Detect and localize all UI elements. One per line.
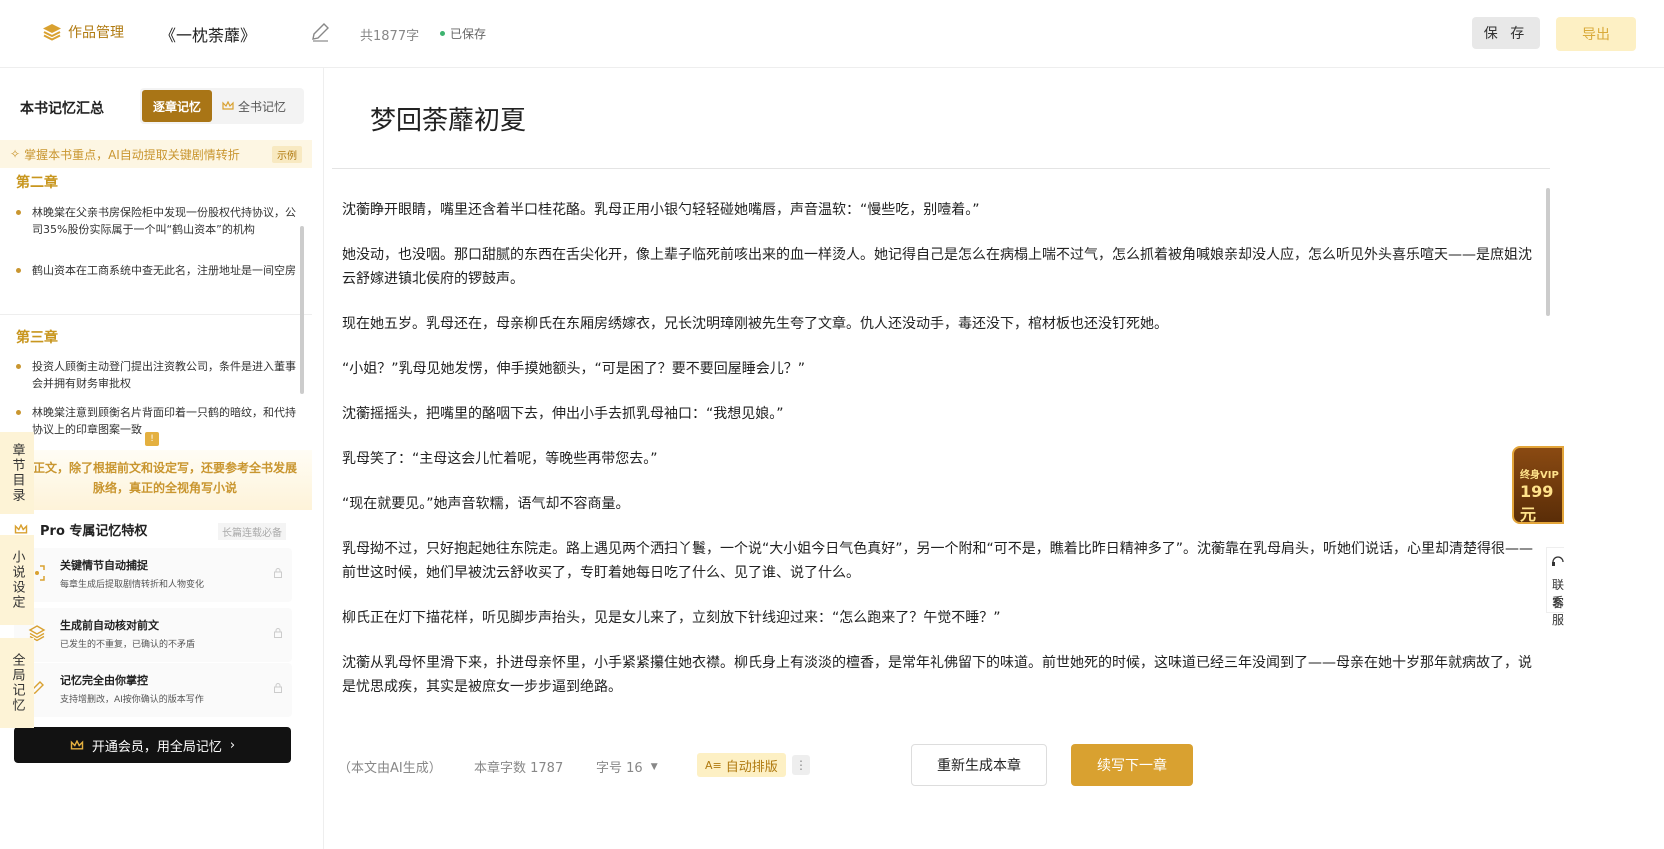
memory-item: 鹤山资本在工商系统中查无此名，注册地址是一间空房	[14, 262, 304, 279]
memory-item: 林晚棠在父亲书房保险柜中发现一份股权代持协议，公司35%股份实际属于一个叫“鹤山…	[14, 204, 304, 238]
paragraph: 她没动，也没咽。那口甜腻的东西在舌尖化开，像上辈子临死前咳出来的血一样烫人。她记…	[342, 247, 1532, 287]
paragraph: 沈蘅摇摇头，把嘴里的酪咽下去，伸出小手去抓乳母袖口：“我想见娘。”	[342, 406, 784, 422]
word-count: 共1877字	[360, 29, 420, 44]
continue-next-chapter-button[interactable]: 续写下一章	[1071, 744, 1193, 786]
chapter-content[interactable]: 沈蘅睁开眼睛，嘴里还含着半口桂花酪。乳母正用小银勺轻轻碰她嘴唇，声音温软：“慢些…	[342, 198, 1540, 728]
example-tag[interactable]: 示例	[272, 146, 302, 163]
pro-title: Pro 专属记忆特权	[40, 524, 148, 539]
font-size-select[interactable]: 字号 16 ▼	[596, 757, 658, 776]
feature-desc: 已发生的不重复，已确认的不矛盾	[60, 640, 196, 650]
ai-generated-note: （本文由AI生成）	[338, 761, 442, 776]
font-size-value: 字号 16	[596, 761, 643, 776]
memory-item: 投资人顾衡主动登门提出注资教公司，条件是进入董事会并拥有财务审批权	[14, 358, 304, 392]
bullet-icon	[16, 364, 21, 369]
lock-icon	[274, 628, 282, 638]
tab-global-memory[interactable]: 全局记忆	[0, 638, 34, 728]
pro-heading: Pro 专属记忆特权	[14, 520, 147, 539]
saved-status-text: 已保存	[450, 27, 487, 41]
crown-icon	[222, 101, 234, 110]
paragraph: 乳母拗不过，只好抱起她往东院走。路上遇见两个洒扫丫鬟，一个说“大小姐今日气色真好…	[342, 541, 1534, 581]
pro-tag: 长篇连载必备	[218, 523, 286, 540]
memory-item: 林晚棠注意到顾衡名片背面印着一只鹤的暗纹，和代持协议上的印章图案一致	[14, 404, 304, 438]
lifetime-vip-promo[interactable]: 终身VIP 199元	[1512, 446, 1564, 524]
headset-icon	[1552, 556, 1564, 566]
vip-label: 终身VIP	[1520, 470, 1559, 481]
edit-title-button[interactable]	[310, 22, 330, 46]
paragraph: “小姐？”乳母见她发愣，伸手摸她额头，“可是困了？要不要回屋睡会儿？”	[342, 361, 806, 377]
sidebar-scrollbar[interactable]	[300, 226, 304, 394]
crown-icon	[14, 524, 28, 534]
open-membership-label: 开通会员，用全局记忆	[91, 739, 222, 755]
works-management-link[interactable]: 作品管理	[42, 22, 124, 42]
paragraph: 现在她五岁。乳母还在，母亲柳氏在东厢房绣嫁衣，兄长沈明璋刚被先生夸了文章。仇人还…	[342, 316, 1168, 332]
feature-title: 记忆完全由你掌控	[60, 674, 148, 687]
format-icon: A≡	[705, 758, 722, 772]
memory-item-text: 林晚棠注意到顾衡名片背面印着一只鹤的暗纹，和代持协议上的印章图案一致	[32, 406, 296, 436]
tip-text: 掌握本书重点，AI自动提取关键剧情转折	[24, 147, 240, 162]
feature-card: 记忆完全由你掌控 支持增删改，AI按你确认的版本写作	[14, 663, 292, 717]
paragraph: 沈蘅从乳母怀里滑下来，扑进母亲怀里，小手紧紧攥住她衣襟。柳氏身上有淡淡的檀香，是…	[342, 655, 1532, 695]
book-title: 《一枕荼蘼》	[160, 26, 257, 45]
paragraph: “现在就要见。”她声音软糯，语气却不容商量。	[342, 496, 630, 512]
save-button[interactable]: 保 存	[1472, 17, 1540, 49]
tab-book-memory-label: 全书记忆	[238, 99, 287, 114]
feature-title: 生成前自动核对前文	[60, 619, 159, 632]
tip-bar: ✧ 掌握本书重点，AI自动提取关键剧情转折 示例	[0, 140, 312, 168]
layers-icon	[43, 24, 61, 41]
bullet-icon	[16, 410, 21, 415]
customer-service-button[interactable]: 联系 客服	[1546, 547, 1564, 627]
sidebar-title: 本书记忆汇总	[20, 101, 104, 117]
promo-badge: !	[145, 432, 159, 446]
pen-icon	[312, 23, 329, 42]
editor-scrollbar[interactable]	[1546, 188, 1550, 316]
feature-title: 关键情节自动捕捉	[60, 559, 148, 572]
memory-tab-switch: 逐章记忆 全书记忆	[140, 88, 304, 124]
feature-card: 关键情节自动捕捉 每章生成后提取剧情转折和人物变化	[14, 548, 292, 602]
divider	[0, 314, 312, 315]
sparkle-icon: ✧	[10, 147, 21, 161]
tab-chapter-memory[interactable]: 逐章记忆	[142, 90, 212, 122]
tab-novel-settings[interactable]: 小说设定	[0, 535, 34, 625]
saved-dot-icon	[440, 31, 445, 36]
feature-desc: 每章生成后提取剧情转折和人物变化	[60, 580, 205, 590]
more-options-button[interactable]: ⋮	[792, 755, 810, 775]
memory-item-text: 鹤山资本在工商系统中查无此名，注册地址是一间空房	[32, 264, 296, 277]
saved-status: 已保存	[440, 25, 486, 42]
promo-text: 正文，除了根据前文和设定写，还要参考全书发展脉络，真正的全视角写小说	[32, 461, 297, 495]
memory-item-text: 林晚棠在父亲书房保险柜中发现一份股权代持协议，公司35%股份实际属于一个叫“鹤山…	[32, 206, 296, 236]
lock-icon	[274, 683, 282, 693]
auto-layout-label: 自动排版	[725, 759, 778, 775]
memory-sidebar: 本书记忆汇总 逐章记忆 全书记忆 ✧ 掌握本书重点，AI自动提取关键剧情转折 示…	[0, 68, 324, 849]
open-membership-button[interactable]: 开通会员，用全局记忆 ›	[14, 727, 291, 763]
bullet-icon	[16, 210, 21, 215]
bullet-icon	[16, 268, 21, 273]
auto-layout-button[interactable]: A≡ 自动排版	[697, 753, 786, 777]
title-divider	[332, 168, 1550, 169]
regenerate-chapter-button[interactable]: 重新生成本章	[911, 744, 1047, 786]
feature-desc: 支持增删改，AI按你确认的版本写作	[60, 695, 204, 705]
chapter-word-count: 本章字数 1787	[474, 761, 564, 776]
chevron-right-icon: ›	[229, 737, 236, 753]
tab-book-memory[interactable]: 全书记忆	[222, 88, 286, 124]
crown-icon	[70, 739, 84, 750]
works-management-label: 作品管理	[68, 25, 124, 41]
tab-chapter-list[interactable]: 章节目录	[0, 432, 34, 514]
chapter-heading: 第三章	[16, 330, 58, 346]
cs-label-2: 客服	[1552, 596, 1565, 627]
chapter-title[interactable]: 梦回荼蘼初夏	[370, 100, 526, 137]
paragraph: 乳母笑了：“主母这会儿忙着呢，等晚些再带您去。”	[342, 451, 658, 467]
vip-price: 199元	[1520, 482, 1554, 524]
memory-item-text: 投资人顾衡主动登门提出注资教公司，条件是进入董事会并拥有财务审批权	[32, 360, 296, 390]
paragraph: 沈蘅睁开眼睛，嘴里还含着半口桂花酪。乳母正用小银勺轻轻碰她嘴唇，声音温软：“慢些…	[342, 202, 980, 218]
export-button[interactable]: 导出	[1556, 17, 1636, 51]
caret-down-icon: ▼	[650, 761, 658, 772]
top-bar: 作品管理 《一枕荼蘼》 共1877字 已保存 保 存 导出	[0, 0, 1664, 68]
lock-icon	[274, 568, 282, 578]
feature-card: 生成前自动核对前文 已发生的不重复，已确认的不矛盾	[14, 608, 292, 662]
paragraph: 柳氏正在灯下描花样，听见脚步声抬头，见是女儿来了，立刻放下针线迎过来：“怎么跑来…	[342, 610, 1001, 626]
chapter-heading: 第二章	[16, 175, 58, 191]
